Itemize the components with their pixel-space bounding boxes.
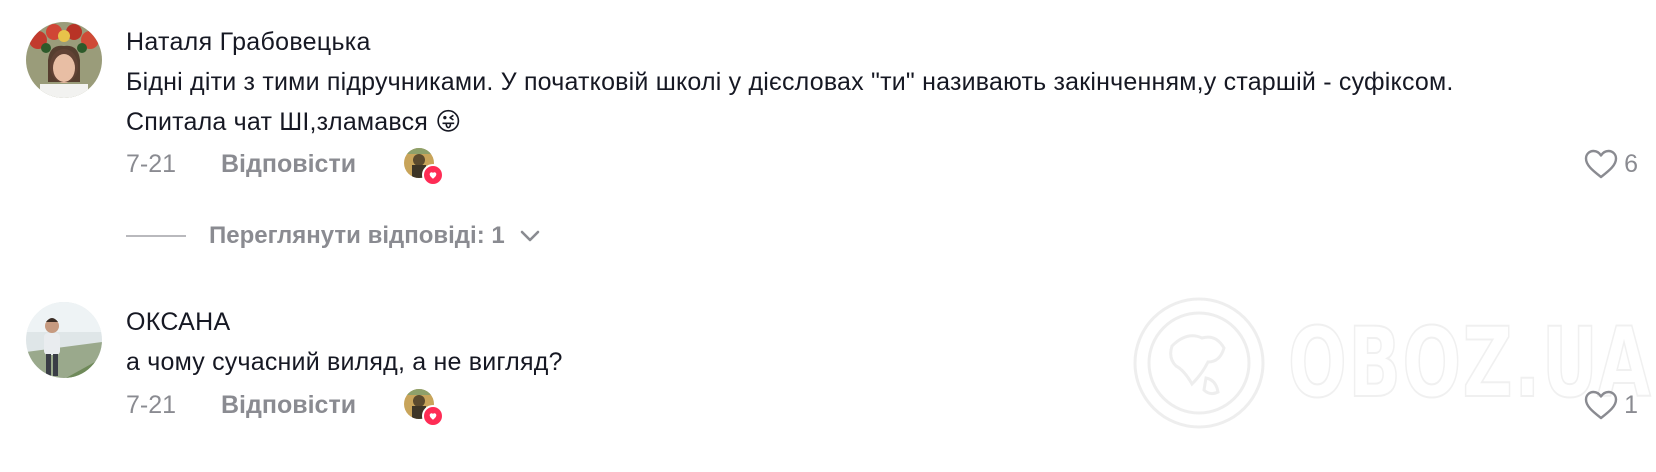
like-count: 6	[1624, 149, 1638, 178]
comment-meta: 7-21 Відповісти	[126, 144, 444, 186]
comment-meta: 7-21 Відповісти	[126, 385, 444, 427]
comment-date: 7-21	[126, 149, 177, 178]
view-replies-button[interactable]: Переглянути відповіді: 1	[126, 222, 541, 250]
creator-liked-badge	[404, 148, 444, 186]
comment-text: Бідні діти з тими підручниками. У початк…	[126, 68, 1454, 136]
avatar[interactable]	[26, 22, 102, 98]
comment-date: 7-21	[126, 390, 177, 419]
chevron-down-icon	[520, 230, 540, 242]
creator-liked-heart-icon	[422, 164, 444, 186]
like-button[interactable]: 1	[1584, 385, 1638, 425]
divider	[126, 235, 186, 237]
heart-outline-icon	[1584, 390, 1618, 420]
comment-text: а чому сучасний виляд, а не вигляд?	[126, 348, 563, 376]
like-button[interactable]: 6	[1584, 144, 1638, 184]
comment-username[interactable]: Наталя Грабовецька	[126, 28, 371, 57]
heart-outline-icon	[1584, 149, 1618, 179]
avatar[interactable]	[26, 302, 102, 378]
creator-liked-badge	[404, 389, 444, 427]
view-replies-label: Переглянути відповіді: 1	[209, 222, 505, 249]
reply-button[interactable]: Відповісти	[221, 150, 404, 179]
reply-button[interactable]: Відповісти	[221, 391, 404, 420]
creator-liked-heart-icon	[422, 405, 444, 427]
comment-username[interactable]: ОКСАНА	[126, 308, 230, 337]
like-count: 1	[1624, 390, 1638, 419]
